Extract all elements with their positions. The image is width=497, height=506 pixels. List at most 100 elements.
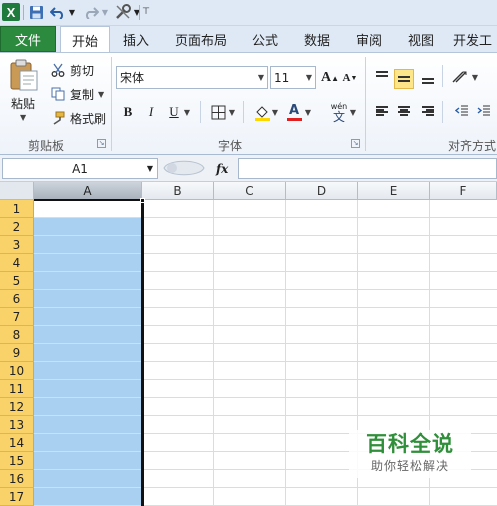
select-all-corner[interactable] <box>0 182 34 200</box>
scissors-icon <box>50 62 66 78</box>
align-center-button[interactable] <box>394 101 414 121</box>
row-header-6[interactable]: 6 <box>0 290 34 308</box>
chevron-down-icon[interactable]: ▼ <box>147 164 153 173</box>
row-header-1[interactable]: 1 <box>0 200 34 218</box>
tab-view[interactable]: 视图 <box>399 26 443 52</box>
chevron-down-icon[interactable]: ▼ <box>20 113 26 122</box>
align-top-button[interactable] <box>372 66 392 86</box>
redo-dropdown-icon[interactable]: ▼ <box>101 2 109 22</box>
dialog-launcher-icon[interactable]: ↘ <box>97 139 106 148</box>
ribbon-tabs: 文件 开始 插入 页面布局 公式 数据 审阅 视图 开发工 <box>0 26 497 53</box>
borders-icon[interactable] <box>208 101 228 123</box>
chevron-down-icon[interactable]: ▼ <box>303 101 313 123</box>
row-header-5[interactable]: 5 <box>0 272 34 290</box>
chevron-down-icon[interactable]: ▼ <box>258 73 264 82</box>
row-header-17[interactable]: 17 <box>0 488 34 506</box>
align-middle-button[interactable] <box>394 69 414 89</box>
cut-button[interactable]: 剪切 <box>50 60 94 80</box>
row-header-7[interactable]: 7 <box>0 308 34 326</box>
watermark-title: 百科全说 <box>366 432 454 456</box>
tab-file[interactable]: 文件 <box>0 26 56 52</box>
chevron-down-icon[interactable]: ▼ <box>470 67 480 87</box>
row-gridline <box>34 343 497 344</box>
fill-handle[interactable] <box>140 198 145 203</box>
row-header-16[interactable]: 16 <box>0 470 34 488</box>
format-painter-button[interactable]: 格式刷 <box>50 108 106 128</box>
italic-button[interactable]: I <box>141 101 161 123</box>
column-header-d[interactable]: D <box>286 182 358 200</box>
dialog-launcher-icon[interactable]: ↘ <box>351 139 360 148</box>
row-header-12[interactable]: 12 <box>0 398 34 416</box>
chevron-down-icon[interactable]: ▼ <box>98 90 104 99</box>
active-cell[interactable] <box>34 200 142 218</box>
tools-icon[interactable] <box>113 2 133 22</box>
font-color-button[interactable]: A <box>284 101 304 123</box>
name-box-value: A1 <box>72 161 88 176</box>
column-header-b[interactable]: B <box>142 182 214 200</box>
formula-input[interactable] <box>238 158 497 179</box>
formula-cancel-enter-icon <box>163 160 205 176</box>
tab-insert[interactable]: 插入 <box>114 26 158 52</box>
copy-button[interactable]: 复制 ▼ <box>50 84 104 104</box>
insert-function-icon[interactable]: fx <box>216 158 228 179</box>
tab-formulas[interactable]: 公式 <box>243 26 287 52</box>
column-header-c[interactable]: C <box>214 182 286 200</box>
selected-range[interactable] <box>34 218 142 506</box>
row-header-10[interactable]: 10 <box>0 362 34 380</box>
grow-font-button[interactable]: A ▲ <box>320 67 340 89</box>
row-header-2[interactable]: 2 <box>0 218 34 236</box>
tab-developer[interactable]: 开发工 <box>453 26 497 52</box>
shrink-font-label: A <box>342 72 351 84</box>
tab-data[interactable]: 数据 <box>295 26 339 52</box>
row-header-9[interactable]: 9 <box>0 344 34 362</box>
align-left-icon <box>376 106 388 116</box>
row-header-4[interactable]: 4 <box>0 254 34 272</box>
align-right-button[interactable] <box>418 101 438 121</box>
phonetic-char: 文 <box>332 110 345 124</box>
redo-icon[interactable] <box>82 2 100 22</box>
undo-icon[interactable] <box>49 2 67 22</box>
paste-icon[interactable] <box>9 59 39 91</box>
increase-indent-icon[interactable] <box>474 101 494 121</box>
tab-page-layout[interactable]: 页面布局 <box>168 26 234 52</box>
align-bottom-button[interactable] <box>418 69 438 89</box>
row-header-8[interactable]: 8 <box>0 326 34 344</box>
chevron-down-icon[interactable]: ▼ <box>270 101 280 123</box>
row-gridline <box>34 325 497 326</box>
name-box[interactable]: A1 ▼ <box>2 158 158 179</box>
copy-icon <box>50 86 66 102</box>
row-header-13[interactable]: 13 <box>0 416 34 434</box>
chevron-down-icon[interactable]: ▼ <box>227 101 237 123</box>
underline-button[interactable]: U <box>164 101 184 123</box>
column-header-e[interactable]: E <box>358 182 430 200</box>
column-header-f[interactable]: F <box>430 182 497 200</box>
tab-review[interactable]: 审阅 <box>347 26 391 52</box>
font-size-combo[interactable]: 11 ▼ <box>270 66 316 89</box>
shrink-font-button[interactable]: A ▼ <box>340 67 360 89</box>
orientation-icon[interactable] <box>450 67 470 87</box>
align-top-icon <box>376 71 388 81</box>
save-icon[interactable] <box>27 2 45 22</box>
excel-logo-icon[interactable]: X <box>2 3 20 21</box>
row-header-3[interactable]: 3 <box>0 236 34 254</box>
undo-dropdown-icon[interactable]: ▼ <box>68 2 76 22</box>
selection-border-top <box>34 199 144 201</box>
align-left-button[interactable] <box>372 101 392 121</box>
bold-button[interactable]: B <box>118 101 138 123</box>
row-gridline <box>34 307 497 308</box>
fill-color-icon[interactable] <box>252 101 272 123</box>
row-gridline <box>34 289 497 290</box>
chevron-down-icon[interactable]: ▼ <box>306 73 312 82</box>
chevron-down-icon[interactable]: ▼ <box>182 101 192 123</box>
row-header-11[interactable]: 11 <box>0 380 34 398</box>
row-header-15[interactable]: 15 <box>0 452 34 470</box>
row-header-14[interactable]: 14 <box>0 434 34 452</box>
tab-home[interactable]: 开始 <box>60 26 110 53</box>
paste-button[interactable]: 粘贴 <box>11 95 35 112</box>
format-painter-icon <box>50 110 66 126</box>
decrease-indent-icon[interactable] <box>452 101 472 121</box>
chevron-down-icon[interactable]: ▼ <box>348 101 358 123</box>
column-header-a[interactable]: A <box>34 182 142 200</box>
customize-icon[interactable]: ⊤ <box>141 2 151 22</box>
font-name-combo[interactable]: 宋体 ▼ <box>116 66 268 89</box>
